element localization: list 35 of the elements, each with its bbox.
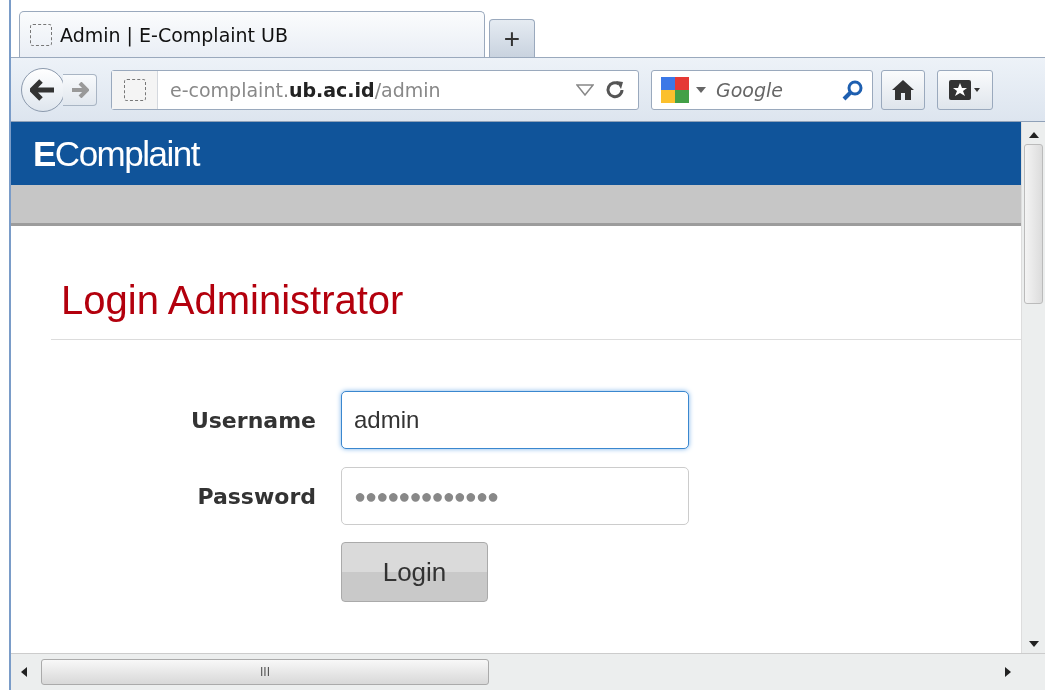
- bookmark-star-icon: [948, 78, 982, 101]
- reload-icon[interactable]: [604, 78, 626, 101]
- back-arrow-icon: [30, 78, 56, 101]
- address-bar[interactable]: e-complaint.ub.ac.id/admin: [111, 69, 639, 110]
- field-label: Password: [197, 483, 316, 509]
- browser-tab[interactable]: Admin | E-Complaint UB: [19, 11, 485, 57]
- dropdown-icon[interactable]: [576, 83, 594, 96]
- page-icon: [30, 23, 52, 46]
- forward-arrow-icon: [70, 81, 89, 98]
- bookmarks-button[interactable]: [937, 69, 993, 110]
- home-icon: [891, 78, 915, 101]
- username-field[interactable]: admin: [341, 391, 689, 449]
- login-button[interactable]: Login: [341, 542, 488, 602]
- new-tab-button[interactable]: +: [489, 19, 535, 57]
- caret-icon[interactable]: [696, 86, 706, 93]
- site-logo[interactable]: EComplaint: [33, 133, 199, 174]
- scroll-left-icon[interactable]: [21, 667, 27, 677]
- horizontal-scrollbar[interactable]: III: [11, 653, 1045, 690]
- back-button[interactable]: [21, 67, 65, 112]
- search-engine-icon[interactable]: [660, 75, 690, 104]
- home-button[interactable]: [881, 69, 925, 110]
- page-heading: Login Administrator: [51, 278, 1021, 340]
- site-identity-button[interactable]: [112, 70, 158, 109]
- scroll-thumb[interactable]: III: [41, 659, 489, 685]
- search-field[interactable]: Google: [651, 69, 873, 110]
- scroll-down-icon[interactable]: [1028, 641, 1039, 647]
- scroll-thumb[interactable]: [1024, 144, 1043, 304]
- password-field[interactable]: ●●●●●●●●●●●●●: [341, 467, 689, 525]
- scroll-right-icon[interactable]: [1005, 667, 1011, 677]
- search-placeholder: Google: [716, 78, 783, 101]
- url-text: e-complaint.ub.ac.id/admin: [169, 78, 442, 101]
- vertical-scrollbar[interactable]: [1021, 122, 1045, 653]
- field-label: Username: [190, 407, 316, 433]
- search-icon[interactable]: [842, 78, 864, 101]
- scroll-up-icon[interactable]: [1028, 132, 1039, 138]
